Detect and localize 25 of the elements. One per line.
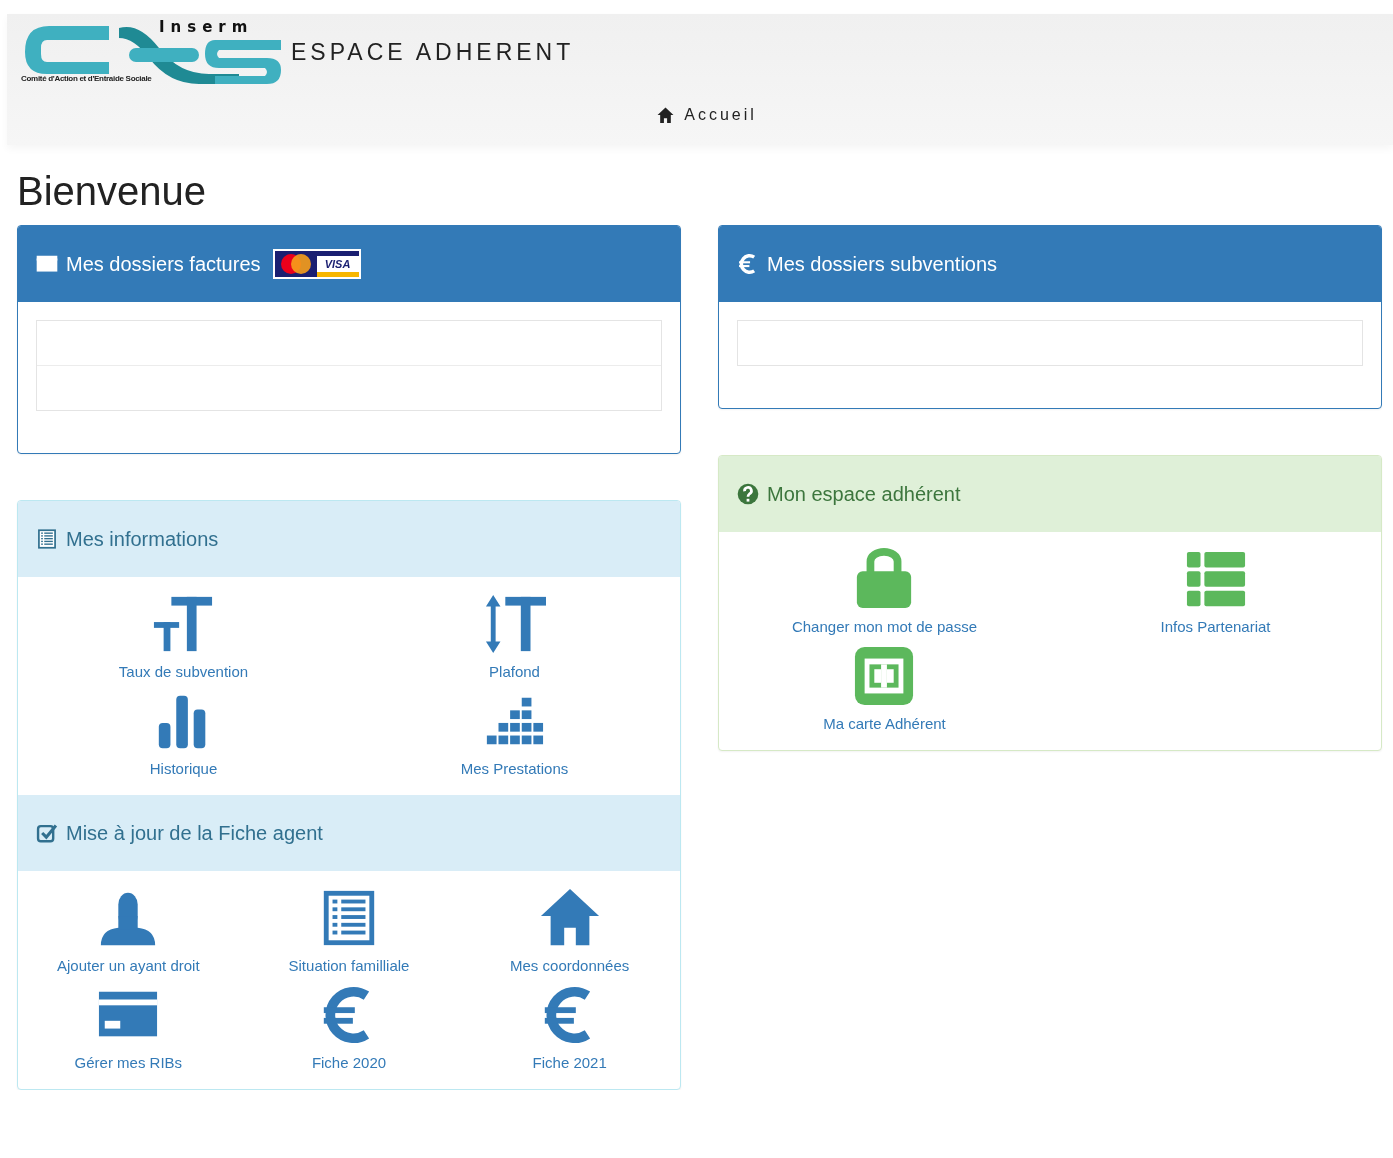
mastercard-logo (274, 251, 317, 277)
shortcut-link[interactable]: Mes coordonnées (510, 887, 630, 974)
shortcut-link[interactable]: Gérer mes RIBs (74, 984, 183, 1071)
shortcut-link[interactable]: Mes Prestations (460, 690, 569, 777)
shortcut-link[interactable]: Fiche 2020 (311, 984, 387, 1071)
nav-link[interactable]: Accueil (657, 106, 757, 124)
shortcut-link[interactable]: Ajouter un ayant droit (57, 887, 200, 974)
shortcut-link[interactable]: Historique (149, 690, 218, 777)
shortcut-link[interactable]: Fiche 2021 (532, 984, 607, 1071)
brand-text: Inserm (159, 18, 254, 36)
panel-title: Mon espace adhérent (767, 482, 961, 506)
panel-title: Mes dossiers factures (66, 252, 261, 276)
logo-tagline: Comité d'Action et d'Entraide Sociale (21, 74, 152, 83)
panel-title: Mes informations (66, 527, 219, 551)
page-heading: Bienvenue (17, 171, 208, 211)
site-title: ESPACE ADHERENT (291, 39, 575, 66)
shortcut-link[interactable]: Situation familliale (288, 887, 410, 974)
shortcut-link[interactable]: Taux de subvention (118, 593, 249, 680)
shortcut-link[interactable]: Changer mon mot de passe (791, 548, 978, 635)
shortcut-link[interactable]: Plafond (483, 593, 546, 680)
panel-title: Mise à jour de la Fiche agent (66, 821, 323, 845)
panel-title: Mes dossiers subventions (767, 252, 998, 276)
shortcut-link[interactable]: Ma carte Adhérent (823, 645, 946, 732)
visa-logo: VISA (316, 251, 359, 277)
shortcut-link[interactable]: Infos Partenariat (1160, 548, 1271, 635)
